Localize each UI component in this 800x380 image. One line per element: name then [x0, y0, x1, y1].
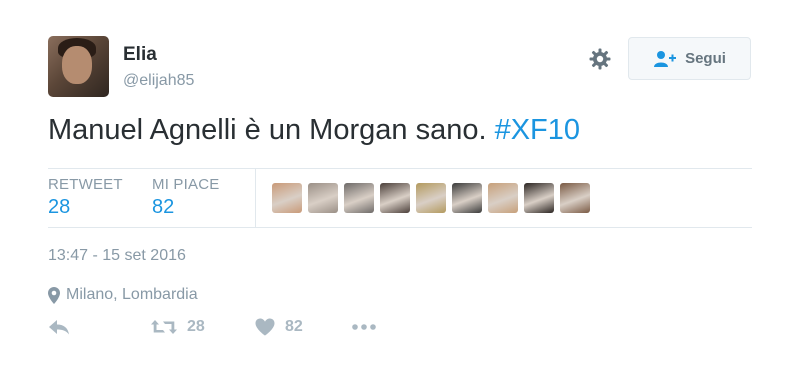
reply-icon — [49, 320, 69, 335]
tweet-location[interactable]: Milano, Lombardia — [48, 286, 198, 304]
gear-icon[interactable] — [588, 47, 612, 71]
liker-avatar[interactable] — [344, 183, 374, 213]
liker-avatar[interactable] — [452, 183, 482, 213]
avatar-face — [62, 46, 92, 84]
retweet-stat-count[interactable]: 28 — [48, 196, 70, 219]
tweet-text: Manuel Agnelli è un Morgan sano. #XF10 — [48, 114, 580, 147]
liker-avatar[interactable] — [560, 183, 590, 213]
like-action-count: 82 — [285, 318, 303, 335]
liker-avatar[interactable] — [488, 183, 518, 213]
add-user-icon — [654, 50, 677, 67]
author-avatar[interactable] — [48, 36, 109, 97]
more-icon — [352, 324, 376, 330]
tweet-body: Manuel Agnelli è un Morgan sano. — [48, 114, 487, 146]
author-handle[interactable]: @elijah85 — [123, 72, 194, 90]
author-name[interactable]: Elia — [123, 44, 157, 66]
liker-avatar[interactable] — [380, 183, 410, 213]
likes-stat-label[interactable]: MI PIACE — [152, 176, 219, 193]
follow-button-label: Segui — [685, 50, 726, 67]
reply-button[interactable] — [48, 318, 70, 336]
location-label: Milano, Lombardia — [66, 286, 198, 303]
likers-avatars — [272, 183, 590, 213]
retweet-icon — [151, 320, 177, 334]
tweet-timestamp[interactable]: 13:47 - 15 set 2016 — [48, 247, 186, 265]
divider-top — [48, 168, 752, 169]
likes-stat-count[interactable]: 82 — [152, 196, 174, 219]
retweet-action-count: 28 — [187, 318, 205, 335]
liker-avatar[interactable] — [524, 183, 554, 213]
liker-avatar[interactable] — [308, 183, 338, 213]
retweet-stat-label[interactable]: RETWEET — [48, 176, 123, 193]
follow-button[interactable]: Segui — [628, 37, 751, 80]
divider-bottom — [48, 227, 752, 228]
liker-avatar[interactable] — [272, 183, 302, 213]
location-pin-icon — [48, 286, 60, 304]
liker-avatar[interactable] — [416, 183, 446, 213]
like-button[interactable]: 82 — [255, 318, 303, 336]
stats-separator — [255, 169, 256, 227]
retweet-button[interactable]: 28 — [151, 318, 205, 336]
more-button[interactable] — [351, 318, 377, 336]
hashtag-link[interactable]: #XF10 — [495, 114, 580, 146]
heart-icon — [255, 318, 275, 336]
